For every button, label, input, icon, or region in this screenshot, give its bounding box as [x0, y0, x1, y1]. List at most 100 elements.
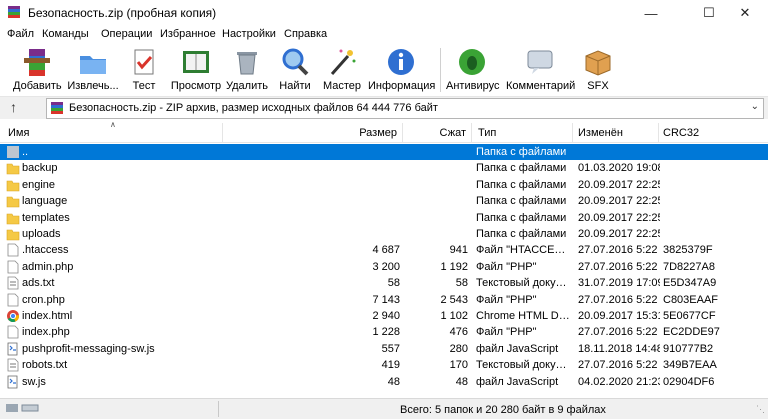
- resize-grip-icon[interactable]: ⋱: [756, 404, 765, 415]
- toolbar-extract-button[interactable]: Извлечь...: [66, 46, 120, 94]
- toolbar-test-button[interactable]: Тест: [126, 46, 162, 94]
- column-size[interactable]: Размер: [300, 127, 397, 139]
- file-type: Папка с файлами: [476, 228, 567, 240]
- file-row[interactable]: language Папка с файлами 20.09.2017 22:25: [0, 193, 768, 209]
- column-divider[interactable]: [572, 123, 573, 142]
- file-modified: 31.07.2019 17:09: [578, 277, 660, 290]
- file-name: .htaccess: [22, 244, 69, 257]
- file-row[interactable]: ads.txt 58 58 Текстовый докум... 31.07.2019 …: [0, 275, 768, 291]
- address-bar: ↑ Безопасность.zip - ZIP архив, размер и…: [0, 97, 768, 119]
- file-row[interactable]: backup Папка с файлами 01.03.2020 19:08: [0, 160, 768, 176]
- file-type: Папка с файлами: [476, 178, 567, 191]
- parent-folder-icon: [7, 146, 19, 158]
- file-row[interactable]: robots.txt 419 170 Текстовый докум... 27.07.…: [0, 357, 768, 373]
- column-crc[interactable]: CRC32: [663, 127, 699, 139]
- wizard-icon: [330, 49, 356, 75]
- file-modified: 04.02.2020 21:23: [578, 375, 660, 388]
- menu-favorites[interactable]: Избранное: [160, 28, 216, 40]
- toolbar-info-label: Информация: [368, 80, 436, 92]
- folder-icon: [6, 164, 20, 175]
- toolbar-antivirus-button[interactable]: Антивирус: [446, 46, 500, 94]
- view-icon: [183, 51, 209, 73]
- file-row[interactable]: index.php 1 228 476 Файл "PHP" 27.07.2016 5:…: [0, 324, 768, 340]
- file-name: index.html: [22, 310, 73, 322]
- file-row[interactable]: .. Папка с файлами: [0, 144, 768, 160]
- file-row[interactable]: uploads Папка с файлами 20.09.2017 22:25: [0, 226, 768, 242]
- file-modified: 27.07.2016 5:22: [578, 326, 658, 339]
- column-divider[interactable]: [658, 123, 659, 142]
- file-crc: C803EAAF: [663, 293, 719, 306]
- menu-settings[interactable]: Настройки: [222, 28, 276, 40]
- file-modified: 20.09.2017 15:31: [578, 310, 660, 322]
- close-icon: ✕: [739, 5, 751, 20]
- archive-icon: [51, 102, 63, 114]
- column-divider[interactable]: [222, 123, 223, 142]
- file-row[interactable]: cron.php 7 143 2 543 Файл "PHP" 27.07.2016 5…: [0, 292, 768, 308]
- chevron-down-icon[interactable]: ⌄: [751, 101, 759, 112]
- file-modified: 20.09.2017 22:25: [578, 228, 660, 240]
- file-type: Текстовый докум...: [476, 277, 570, 290]
- folder-icon: [6, 213, 20, 224]
- text-file-icon: [7, 358, 19, 372]
- toolbar-delete-button[interactable]: Удалить: [226, 46, 268, 94]
- file-crc: 7D8227A8: [663, 260, 715, 273]
- toolbar-view-button[interactable]: Просмотр: [170, 46, 222, 94]
- file-type: Папка с файлами: [476, 146, 567, 158]
- toolbar-wizard-button[interactable]: Мастер: [322, 46, 362, 94]
- toolbar-antivirus-label: Антивирус: [446, 80, 500, 92]
- file-crc: E5D347A9: [663, 277, 717, 290]
- file-row[interactable]: admin.php 3 200 1 192 Файл "PHP" 27.07.2016 …: [0, 259, 768, 275]
- toolbar-add-button[interactable]: Добавить: [13, 46, 62, 94]
- file-row[interactable]: pushprofit-messaging-sw.js 557 280 файл Jav…: [0, 341, 768, 357]
- up-arrow-icon[interactable]: ↑: [10, 99, 17, 115]
- menu-file[interactable]: Файл: [7, 28, 34, 40]
- file-crc: 349B7EAA: [663, 359, 717, 372]
- file-packed-size: 1 102: [440, 310, 468, 322]
- file-row[interactable]: sw.js 48 48 файл JavaScript 04.02.2020 21:23…: [0, 374, 768, 390]
- menu-operations[interactable]: Операции: [101, 28, 152, 40]
- sort-ascending-icon: ∧: [110, 120, 116, 129]
- file-row[interactable]: templates Папка с файлами 20.09.2017 22:25: [0, 210, 768, 226]
- address-field[interactable]: Безопасность.zip - ZIP архив, размер исх…: [46, 98, 764, 119]
- file-size: 557: [381, 342, 400, 355]
- column-divider[interactable]: [471, 123, 472, 142]
- minimize-button[interactable]: —: [628, 0, 674, 26]
- menu-commands[interactable]: Команды: [42, 28, 89, 40]
- toolbar-find-button[interactable]: Найти: [278, 46, 312, 94]
- toolbar-info-button[interactable]: Информация: [368, 46, 436, 94]
- extract-icon: [80, 56, 106, 74]
- file-type: Файл "PHP": [476, 260, 537, 273]
- text-file-icon: [7, 276, 19, 290]
- file-modified: 27.07.2016 5:22: [578, 244, 658, 257]
- file-type: Текстовый докум...: [476, 359, 570, 372]
- file-type: Файл "PHP": [476, 326, 537, 339]
- file-size: 3 200: [372, 260, 400, 273]
- search-icon: [282, 48, 309, 76]
- toolbar-wizard-label: Мастер: [322, 80, 362, 92]
- column-modified[interactable]: Изменён: [578, 127, 623, 139]
- file-row[interactable]: index.html 2 940 1 102 Chrome HTML Do... 20.…: [0, 308, 768, 324]
- file-name: ads.txt: [22, 277, 55, 290]
- file-modified: 27.07.2016 5:22: [578, 293, 658, 306]
- file-modified: 27.07.2016 5:22: [578, 359, 658, 372]
- menu-help[interactable]: Справка: [284, 28, 327, 40]
- file-icon: [7, 243, 19, 257]
- test-icon: [134, 49, 154, 75]
- maximize-icon: ☐: [703, 5, 715, 20]
- folder-icon: [6, 196, 20, 208]
- column-type[interactable]: Тип: [478, 127, 496, 139]
- close-button[interactable]: ✕: [722, 0, 768, 26]
- file-icon: [7, 293, 19, 306]
- file-name: admin.php: [22, 260, 74, 273]
- file-name: robots.txt: [22, 359, 68, 372]
- toolbar-add-label: Добавить: [13, 80, 62, 92]
- folder-icon: [6, 180, 20, 192]
- file-row[interactable]: .htaccess 4 687 941 Файл "HTACCESS" 27.07.20…: [0, 242, 768, 258]
- column-packed[interactable]: Сжат: [402, 127, 466, 139]
- file-name: index.php: [22, 326, 70, 339]
- column-name[interactable]: Имя: [8, 127, 29, 139]
- file-size: 48: [387, 375, 400, 388]
- file-row[interactable]: engine Папка с файлами 20.09.2017 22:25: [0, 177, 768, 193]
- toolbar-comment-button[interactable]: Комментарий: [506, 46, 575, 94]
- toolbar-sfx-button[interactable]: SFX: [580, 46, 616, 94]
